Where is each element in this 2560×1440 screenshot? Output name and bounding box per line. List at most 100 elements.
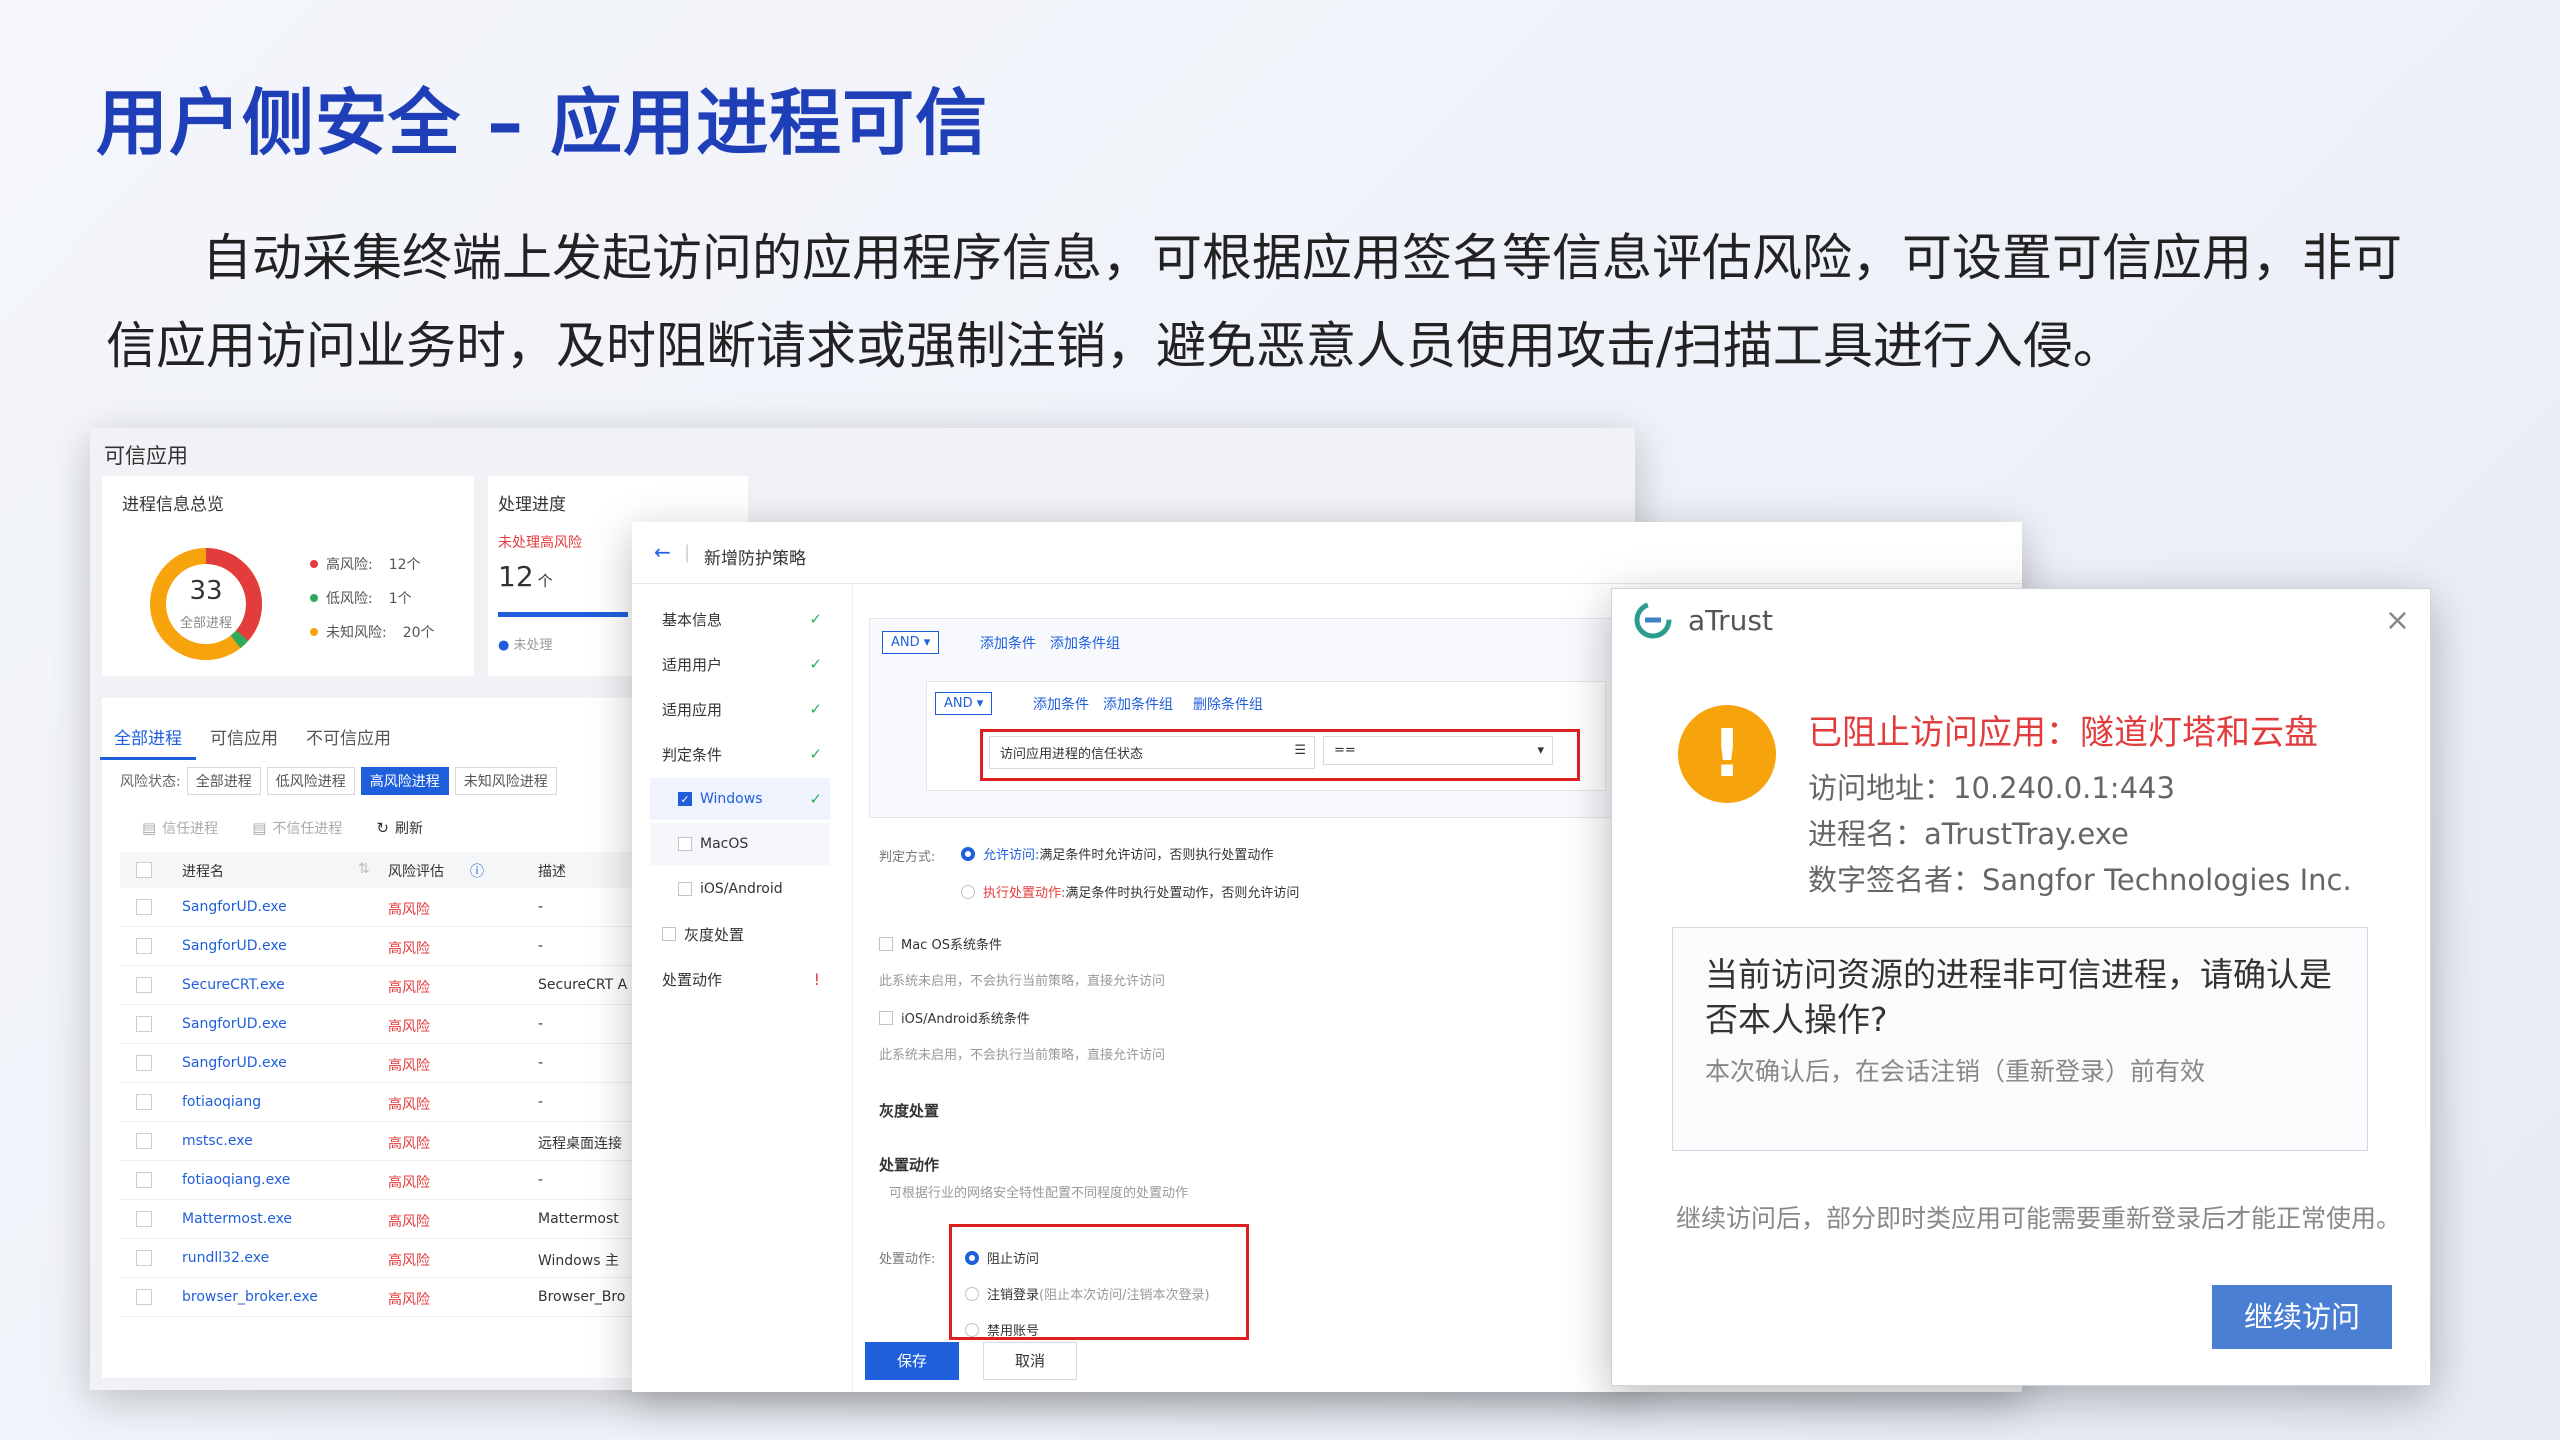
step-ios[interactable]: iOS/Android: [650, 868, 830, 910]
filter-high[interactable]: 高风险进程: [360, 767, 449, 795]
and-label: AND: [944, 696, 973, 711]
legend-label: 低风险:: [326, 591, 373, 607]
table-row[interactable]: SangforUD.exe 高风险 -: [120, 888, 720, 927]
process-name-cell[interactable]: SangforUD.exe: [182, 938, 287, 954]
filter-low[interactable]: 低风险进程: [266, 767, 355, 795]
add-condition-link[interactable]: 添加条件: [980, 633, 1036, 653]
col-name[interactable]: 进程名: [182, 861, 224, 881]
filter-unknown[interactable]: 未知风险进程: [454, 767, 557, 795]
filter-all[interactable]: 全部进程: [186, 767, 261, 795]
judge-exec-option[interactable]: 执行处置动作: 满足条件时执行处置动作，否则允许访问: [961, 882, 1299, 901]
and-select[interactable]: AND ▾: [882, 631, 940, 654]
step-basic-info[interactable]: 基本信息 ✓: [650, 598, 830, 640]
trust-process-button[interactable]: ▤ 信任进程: [142, 818, 218, 838]
col-desc: 描述: [538, 864, 566, 880]
table-row[interactable]: mstsc.exe 高风险 远程桌面连接: [120, 1122, 720, 1161]
row-checkbox[interactable]: [136, 938, 152, 954]
sort-icon[interactable]: ⇅: [358, 861, 370, 877]
progress-bar: [498, 612, 628, 617]
row-checkbox[interactable]: [136, 1055, 152, 1071]
option-label: 阻止访问: [987, 1252, 1040, 1267]
judge-allow-option[interactable]: 允许访问: 满足条件时允许访问，否则执行处置动作: [961, 844, 1273, 863]
risk-cell: 高风险: [388, 1175, 430, 1191]
step-label: 判定条件: [662, 745, 723, 764]
row-checkbox[interactable]: [136, 1172, 152, 1188]
process-name-cell[interactable]: browser_broker.exe: [182, 1289, 318, 1305]
close-icon[interactable]: ×: [2385, 603, 2410, 638]
process-name-cell[interactable]: SangforUD.exe: [182, 1055, 287, 1071]
row-checkbox[interactable]: [136, 1250, 152, 1266]
tab-untrusted-apps[interactable]: 不可信应用: [292, 712, 405, 760]
table-row[interactable]: Mattermost.exe 高风险 Mattermost: [120, 1200, 720, 1239]
step-windows[interactable]: ✓ Windows ✓: [650, 778, 830, 820]
table-row[interactable]: browser_broker.exe 高风险 Browser_Bro: [120, 1278, 720, 1317]
tab-all-processes[interactable]: 全部进程: [100, 712, 196, 760]
tab-trusted-apps[interactable]: 可信应用: [196, 712, 292, 760]
nested-add-group-link[interactable]: 添加条件组: [1103, 694, 1173, 714]
process-name-cell[interactable]: fotiaoqiang.exe: [182, 1172, 290, 1188]
policy-title: 新增防护策略: [704, 549, 806, 569]
process-name-cell[interactable]: Mattermost.exe: [182, 1211, 292, 1227]
table-row[interactable]: SangforUD.exe 高风险 -: [120, 927, 720, 966]
row-checkbox[interactable]: [136, 899, 152, 915]
row-checkbox[interactable]: [136, 977, 152, 993]
checkbox-icon: [678, 882, 692, 896]
legend-value: 12个: [388, 557, 421, 573]
table-row[interactable]: fotiaoqiang.exe 高风险 -: [120, 1161, 720, 1200]
save-button[interactable]: 保存: [865, 1342, 959, 1380]
check-icon: ✓: [809, 790, 822, 808]
process-name-cell[interactable]: fotiaoqiang: [182, 1094, 261, 1110]
step-conditions[interactable]: 判定条件 ✓: [650, 733, 830, 775]
refresh-button[interactable]: ↻ 刷新: [376, 818, 423, 838]
col-risk: 风险评估: [388, 864, 444, 880]
untrust-process-button[interactable]: ▤ 不信任进程: [252, 818, 342, 838]
back-arrow-icon[interactable]: ←: [654, 540, 671, 564]
nested-add-condition-link[interactable]: 添加条件: [1033, 694, 1089, 714]
process-name-cell[interactable]: SecureCRT.exe: [182, 977, 285, 993]
continue-access-button[interactable]: 继续访问: [2212, 1285, 2392, 1349]
and-label: AND: [891, 635, 920, 650]
action-block-option[interactable]: 阻止访问: [965, 1248, 1039, 1267]
add-condition-group-link[interactable]: 添加条件组: [1050, 633, 1120, 653]
step-users[interactable]: 适用用户 ✓: [650, 643, 830, 685]
row-checkbox[interactable]: [136, 1211, 152, 1227]
table-row[interactable]: fotiaoqiang 高风险 -: [120, 1083, 720, 1122]
table-row[interactable]: SangforUD.exe 高风险 -: [120, 1044, 720, 1083]
info-icon[interactable]: ⓘ: [470, 861, 484, 881]
step-gray[interactable]: 灰度处置: [650, 913, 830, 955]
checkbox-icon: [678, 837, 692, 851]
process-name-cell[interactable]: mstsc.exe: [182, 1133, 253, 1149]
step-label: MacOS: [700, 836, 749, 852]
risk-cell: 高风险: [388, 1292, 430, 1308]
high-dot-icon: [310, 560, 318, 568]
checkbox-checked-icon: ✓: [678, 792, 692, 806]
row-checkbox[interactable]: [136, 1289, 152, 1305]
total-label: 全部进程: [179, 616, 232, 631]
row-checkbox[interactable]: [136, 1133, 152, 1149]
nested-and-select[interactable]: AND ▾: [935, 692, 993, 715]
risk-cell: 高风险: [388, 1058, 430, 1074]
ios-condition-toggle[interactable]: iOS/Android系统条件: [879, 1008, 1030, 1027]
action-section-title: 处置动作: [879, 1156, 940, 1174]
table-row[interactable]: SecureCRT.exe 高风险 SecureCRT A: [120, 966, 720, 1005]
delete-group-link[interactable]: 删除条件组: [1193, 694, 1263, 714]
cancel-button[interactable]: 取消: [983, 1342, 1077, 1380]
mac-condition-toggle[interactable]: Mac OS系统条件: [879, 934, 1002, 953]
count-value: 12: [498, 560, 534, 593]
step-apps[interactable]: 适用应用 ✓: [650, 688, 830, 730]
step-macos[interactable]: MacOS: [650, 823, 830, 865]
action-logout-option[interactable]: 注销登录 (阻止本次访问/注销本次登录): [965, 1284, 1210, 1303]
action-disable-option[interactable]: 禁用账号: [965, 1320, 1039, 1339]
select-all-checkbox[interactable]: [136, 862, 152, 878]
process-name-cell[interactable]: rundll32.exe: [182, 1250, 269, 1266]
table-row[interactable]: SangforUD.exe 高风险 -: [120, 1005, 720, 1044]
option-note: (阻止本次访问/注销本次登录): [1039, 1288, 1210, 1303]
checkbox-icon: [662, 927, 676, 941]
process-name-cell[interactable]: SangforUD.exe: [182, 899, 287, 915]
table-row[interactable]: rundll32.exe 高风险 Windows 主: [120, 1239, 720, 1278]
row-checkbox[interactable]: [136, 1016, 152, 1032]
step-action[interactable]: 处置动作!: [650, 958, 830, 1000]
row-checkbox[interactable]: [136, 1094, 152, 1110]
check-icon: ✓: [809, 745, 822, 763]
process-name-cell[interactable]: SangforUD.exe: [182, 1016, 287, 1032]
